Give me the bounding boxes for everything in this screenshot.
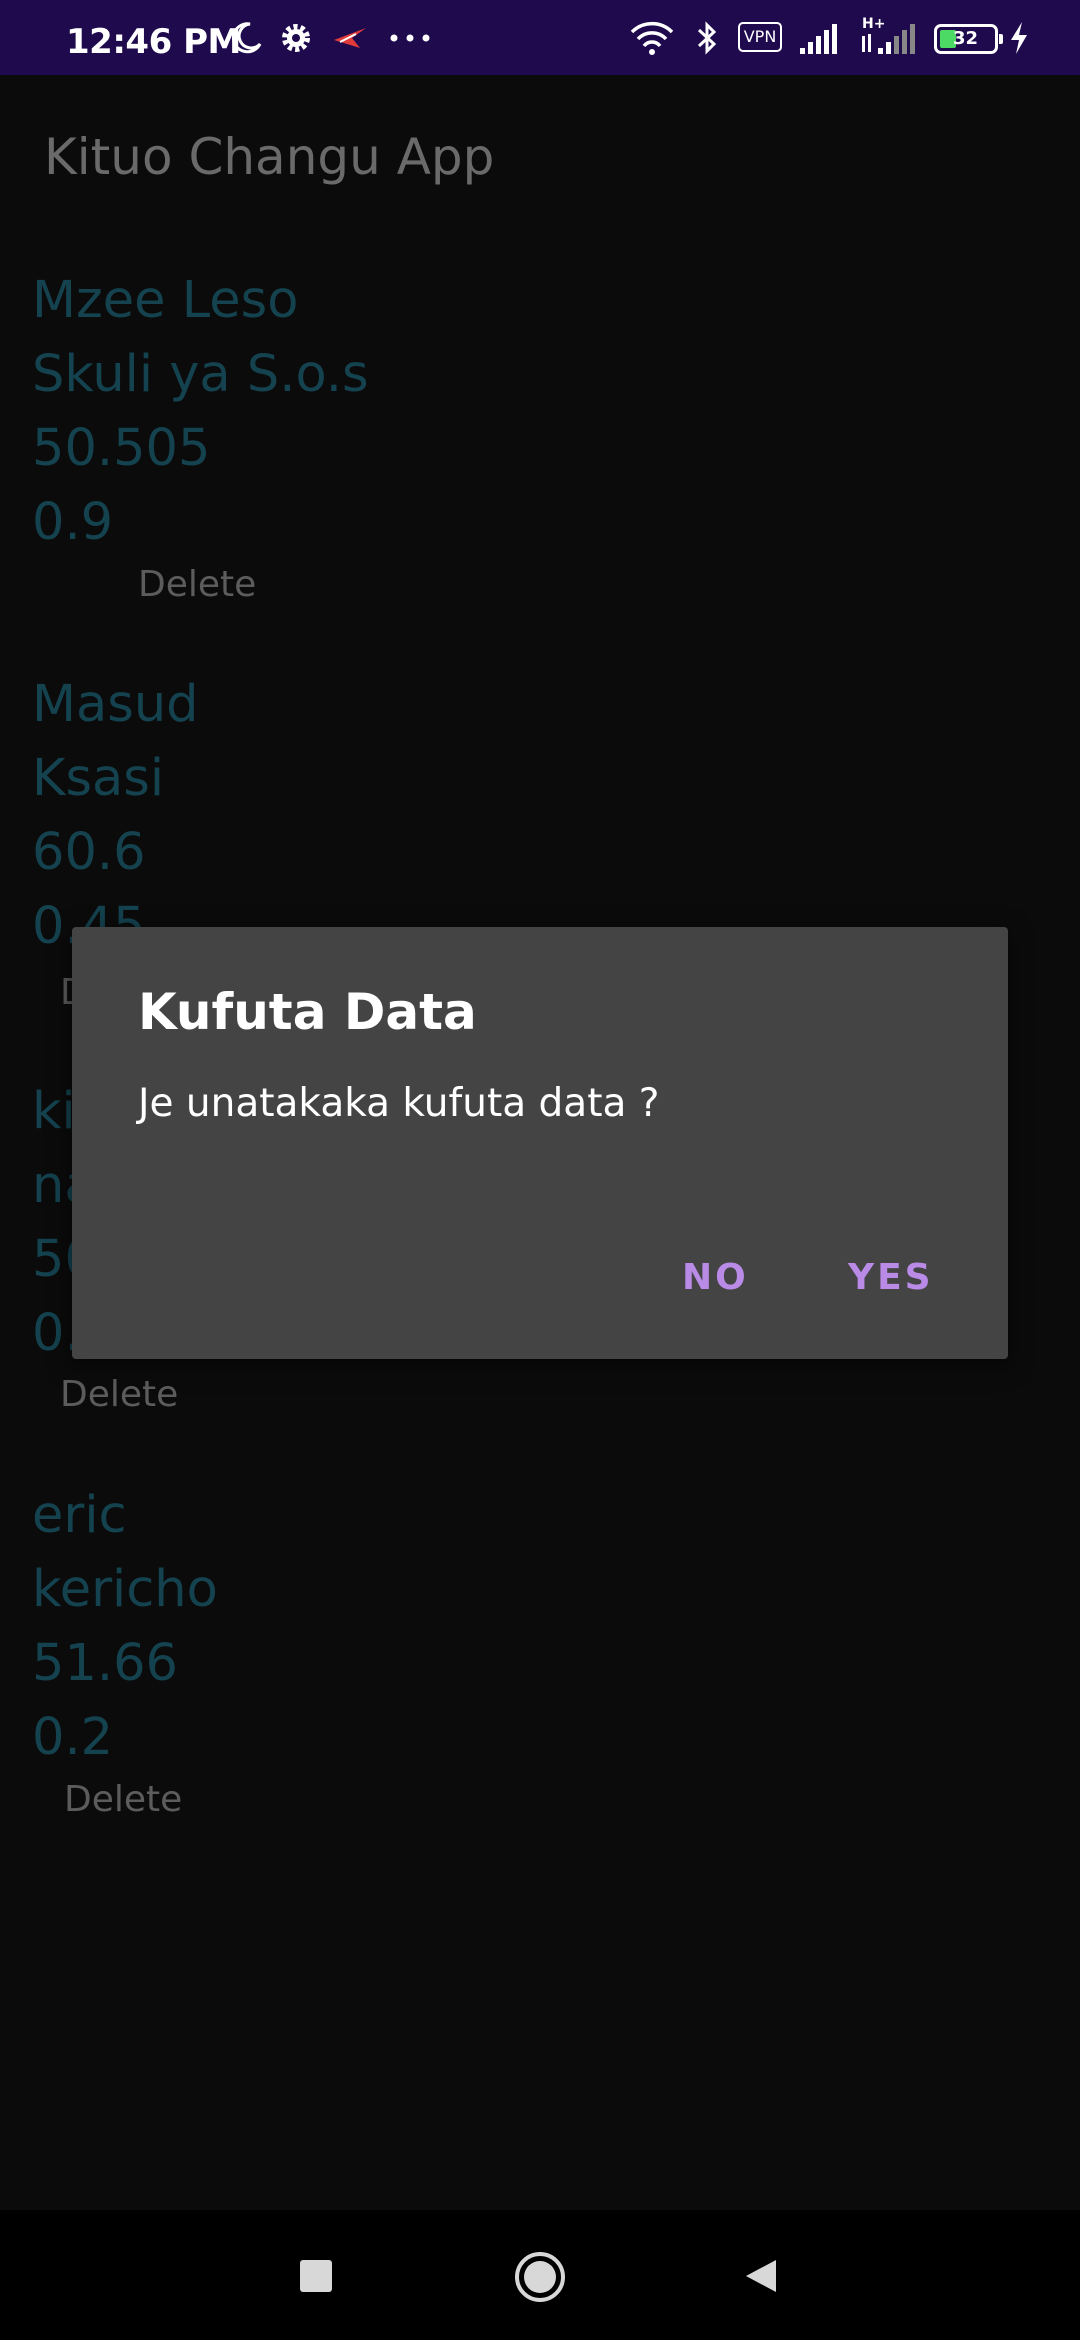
- navigation-bar: [0, 2210, 1080, 2340]
- dialog-message: Je unatakaka kufuta data ?: [138, 1081, 660, 1126]
- battery-icon: 32: [934, 24, 1003, 54]
- entry-place: Ksasi: [32, 749, 165, 808]
- entry-place: Skuli ya S.o.s: [32, 345, 369, 404]
- wifi-icon: [630, 21, 674, 55]
- entry-name: Mzee Leso: [32, 271, 299, 330]
- list-item: eric kericho 51.66 0.2: [32, 1479, 218, 1775]
- confirm-dialog: Kufuta Data Je unatakaka kufuta data ? N…: [72, 927, 1008, 1359]
- gear-icon: [282, 24, 310, 52]
- entry-value2: 0.9: [32, 493, 114, 552]
- more-dots-icon: [390, 34, 430, 42]
- entry-name: Masud: [32, 675, 199, 734]
- delete-button[interactable]: Delete: [60, 1374, 178, 1415]
- home-circle-icon[interactable]: [513, 2250, 567, 2304]
- entry-value1: 60.6: [32, 823, 146, 882]
- status-bar: 12:46 PM VPN H+ 32: [0, 0, 1080, 75]
- moon-icon: [231, 22, 262, 54]
- app-notification-icon: [334, 28, 366, 48]
- status-time: 12:46 PM: [66, 22, 241, 62]
- dialog-title: Kufuta Data: [138, 983, 477, 1041]
- signal-hplus-icon: H+: [858, 16, 918, 56]
- vpn-icon: VPN: [738, 22, 782, 52]
- entry-value1: 50.505: [32, 419, 211, 478]
- delete-button[interactable]: Delete: [64, 1779, 182, 1820]
- charging-icon: [1011, 22, 1027, 54]
- app-title: Kituo Changu App: [44, 128, 495, 186]
- vpn-label: VPN: [743, 27, 777, 46]
- list-item: Mzee Leso Skuli ya S.o.s 50.505 0.9: [32, 264, 369, 560]
- entry-value1: 51.66: [32, 1634, 179, 1693]
- entry-value2: 0.2: [32, 1708, 114, 1767]
- signal-icon: [800, 24, 837, 54]
- no-button[interactable]: NO: [682, 1257, 749, 1298]
- list-item: Masud Ksasi 60.6 0.45: [32, 668, 199, 964]
- entry-name: eric: [32, 1486, 127, 1545]
- recents-square-icon[interactable]: [296, 2256, 336, 2296]
- bluetooth-icon: [697, 21, 717, 55]
- back-triangle-icon[interactable]: [740, 2256, 780, 2296]
- entry-place: kericho: [32, 1560, 218, 1619]
- yes-button[interactable]: YES: [848, 1257, 934, 1298]
- battery-level: 32: [953, 28, 979, 49]
- delete-button[interactable]: Delete: [138, 564, 256, 605]
